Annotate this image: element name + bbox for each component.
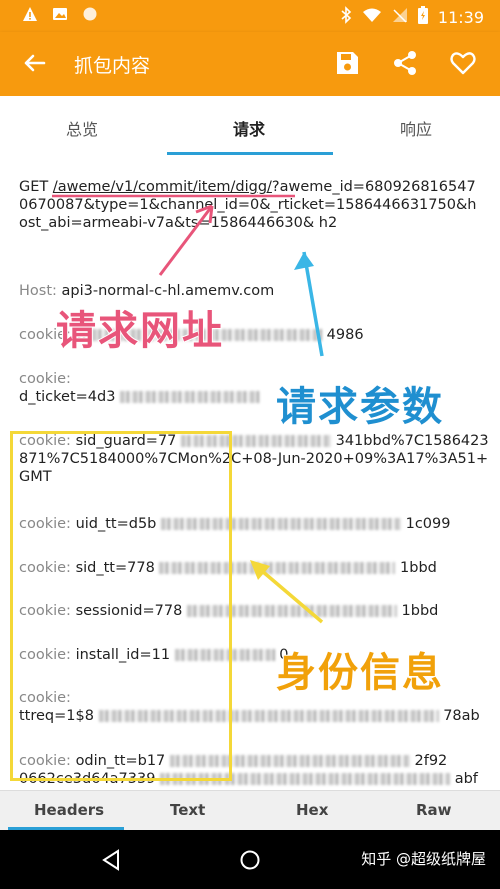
annotation-overlay [52,194,324,624]
watermark: 知乎 @超级纸牌屋 [361,850,486,868]
url-annotation-label: 请求网址 [55,307,224,355]
tab-text[interactable]: Text [170,801,205,819]
params-arrow [302,251,324,357]
tab-raw[interactable]: Raw [416,801,452,819]
format-tabs: Headers Text Hex Raw [0,790,500,830]
tab-headers[interactable]: Headers [34,801,104,819]
nav-home-icon[interactable] [238,848,262,876]
system-nav-bar: 知乎 @超级纸牌屋 [0,830,500,889]
identity-annotation-label: 身份信息 [275,649,444,697]
identity-arrow [253,563,324,624]
params-arrow-head [294,252,314,270]
tab-hex[interactable]: Hex [296,801,328,819]
nav-back-icon[interactable] [100,848,124,876]
url-arrow [158,205,214,276]
params-annotation-label: 请求参数 [275,383,444,431]
